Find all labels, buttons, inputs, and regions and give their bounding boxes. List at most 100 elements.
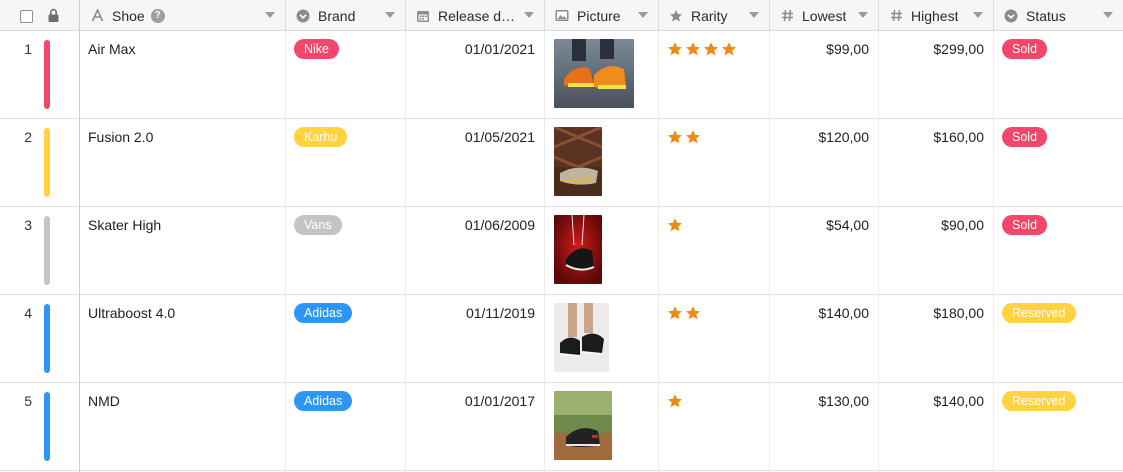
highest-price-cell[interactable]: $90,00 (879, 207, 994, 294)
lowest-price-cell[interactable]: $99,00 (770, 31, 879, 118)
lowest-price: $99,00 (826, 41, 869, 57)
sneaker-photo-black[interactable] (554, 303, 609, 372)
brand-tag: Adidas (294, 303, 353, 323)
shoe-name: Air Max (88, 41, 136, 57)
shoe-cell[interactable]: Skater High (80, 207, 286, 294)
status-cell[interactable]: Reserved (994, 383, 1123, 470)
release-date-cell[interactable]: 01/01/2021 (406, 31, 545, 118)
sneaker-photo-rug[interactable] (554, 127, 602, 196)
rating-star-icon (685, 41, 701, 118)
lowest-price: $54,00 (826, 217, 869, 233)
release-date: 01/01/2021 (464, 41, 535, 57)
picture-cell[interactable] (545, 207, 659, 294)
sneaker-photo-red[interactable] (554, 215, 602, 284)
rarity-cell[interactable] (659, 119, 770, 206)
highest-price: $90,00 (941, 217, 984, 233)
rating-star-icon (667, 41, 683, 118)
row-number-cell: 2 (0, 119, 52, 206)
rarity-cell[interactable] (659, 295, 770, 382)
release-date-cell[interactable]: 01/01/2017 (406, 383, 545, 470)
release-date-cell[interactable]: 01/05/2021 (406, 119, 545, 206)
status-cell[interactable]: Sold (994, 31, 1123, 118)
shoe-name: Skater High (88, 217, 162, 233)
lowest-price-cell[interactable]: $120,00 (770, 119, 879, 206)
column-header-release[interactable]: Release d… (406, 0, 545, 31)
lock-icon[interactable] (47, 8, 60, 23)
status-badge: Sold (1002, 39, 1048, 59)
lowest-price-cell[interactable]: $140,00 (770, 295, 879, 382)
brand-cell[interactable]: Adidas (286, 295, 406, 382)
brand-cell[interactable]: Karhu (286, 119, 406, 206)
brand-cell[interactable]: Adidas (286, 383, 406, 470)
picture-cell[interactable] (545, 31, 659, 118)
rarity-cell[interactable] (659, 31, 770, 118)
column-header-lowest[interactable]: Lowest (770, 0, 879, 31)
rarity-cell[interactable] (659, 207, 770, 294)
header-controls (0, 0, 80, 31)
column-header-picture[interactable]: Picture (545, 0, 659, 31)
lowest-price-cell[interactable]: $54,00 (770, 207, 879, 294)
chevron-down-icon[interactable] (749, 12, 759, 18)
chevron-down-icon[interactable] (638, 12, 648, 18)
shoe-cell[interactable]: NMD (80, 383, 286, 470)
column-header-status[interactable]: Status (994, 0, 1123, 31)
table-row[interactable]: 4 Ultraboost 4.0 Adidas 01/11/2019 $140,… (0, 295, 1123, 383)
brand-cell[interactable]: Nike (286, 31, 406, 118)
status-badge: Sold (1002, 127, 1048, 147)
highest-price-cell[interactable]: $180,00 (879, 295, 994, 382)
select-all-checkbox[interactable] (20, 10, 33, 23)
column-label: Shoe (112, 7, 145, 24)
release-date-cell[interactable]: 01/06/2009 (406, 207, 545, 294)
table-row[interactable]: 2 Fusion 2.0 Karhu 01/05/2021 $120,00 $1… (0, 119, 1123, 207)
brand-tag: Vans (294, 215, 342, 235)
picture-cell[interactable] (545, 119, 659, 206)
chevron-down-icon[interactable] (1103, 12, 1113, 18)
chevron-down-icon[interactable] (973, 12, 983, 18)
column-header-highest[interactable]: Highest (879, 0, 994, 31)
column-label: Brand (318, 7, 356, 24)
shoe-name: NMD (88, 393, 120, 409)
status-cell[interactable]: Sold (994, 119, 1123, 206)
column-header-rarity[interactable]: Rarity (659, 0, 770, 31)
status-cell[interactable]: Sold (994, 207, 1123, 294)
shoe-cell[interactable]: Ultraboost 4.0 (80, 295, 286, 382)
chevron-down-icon[interactable] (524, 12, 534, 18)
rarity-cell[interactable] (659, 383, 770, 470)
shoe-cell[interactable]: Air Max (80, 31, 286, 118)
lowest-price-cell[interactable]: $130,00 (770, 383, 879, 470)
sneaker-photo-orange[interactable] (554, 39, 634, 108)
status-badge: Reserved (1002, 391, 1076, 411)
status-badge: Sold (1002, 215, 1048, 235)
highest-price-cell[interactable]: $140,00 (879, 383, 994, 470)
picture-cell[interactable] (545, 383, 659, 470)
release-date-cell[interactable]: 01/11/2019 (406, 295, 545, 382)
highest-price-cell[interactable]: $299,00 (879, 31, 994, 118)
highest-price-cell[interactable]: $160,00 (879, 119, 994, 206)
table-row[interactable]: 3 Skater High Vans 01/06/2009 $54,00 $90… (0, 207, 1123, 295)
rating-star-icon (721, 41, 737, 118)
rating-star-icon (667, 305, 683, 382)
picture-cell[interactable] (545, 295, 659, 382)
brand-tag: Nike (294, 39, 340, 59)
chevron-down-icon[interactable] (385, 12, 395, 18)
row-number: 1 (24, 41, 32, 57)
table-row[interactable]: 5 NMD Adidas 01/01/2017 $130,00 $140,00 … (0, 383, 1123, 471)
brand-tag: Karhu (294, 127, 348, 147)
single-select-icon (1004, 9, 1018, 23)
table-row[interactable]: 1 Air Max Nike 01/01/2021 $99,00 $299,00… (0, 31, 1123, 119)
row-number-cell: 3 (0, 207, 52, 294)
help-icon[interactable]: ? (150, 8, 165, 23)
brand-cell[interactable]: Vans (286, 207, 406, 294)
chevron-down-icon[interactable] (265, 12, 275, 18)
column-label: Release d… (438, 7, 516, 24)
row-color-indicator (44, 216, 50, 285)
shoe-cell[interactable]: Fusion 2.0 (80, 119, 286, 206)
column-label: Rarity (691, 7, 728, 24)
column-header-shoe[interactable]: Shoe ? (80, 0, 286, 31)
rating-star-icon (667, 393, 683, 470)
column-header-brand[interactable]: Brand (286, 0, 406, 31)
row-number-cell: 5 (0, 383, 52, 470)
status-cell[interactable]: Reserved (994, 295, 1123, 382)
chevron-down-icon[interactable] (858, 12, 868, 18)
sneaker-photo-outdoor[interactable] (554, 391, 612, 460)
